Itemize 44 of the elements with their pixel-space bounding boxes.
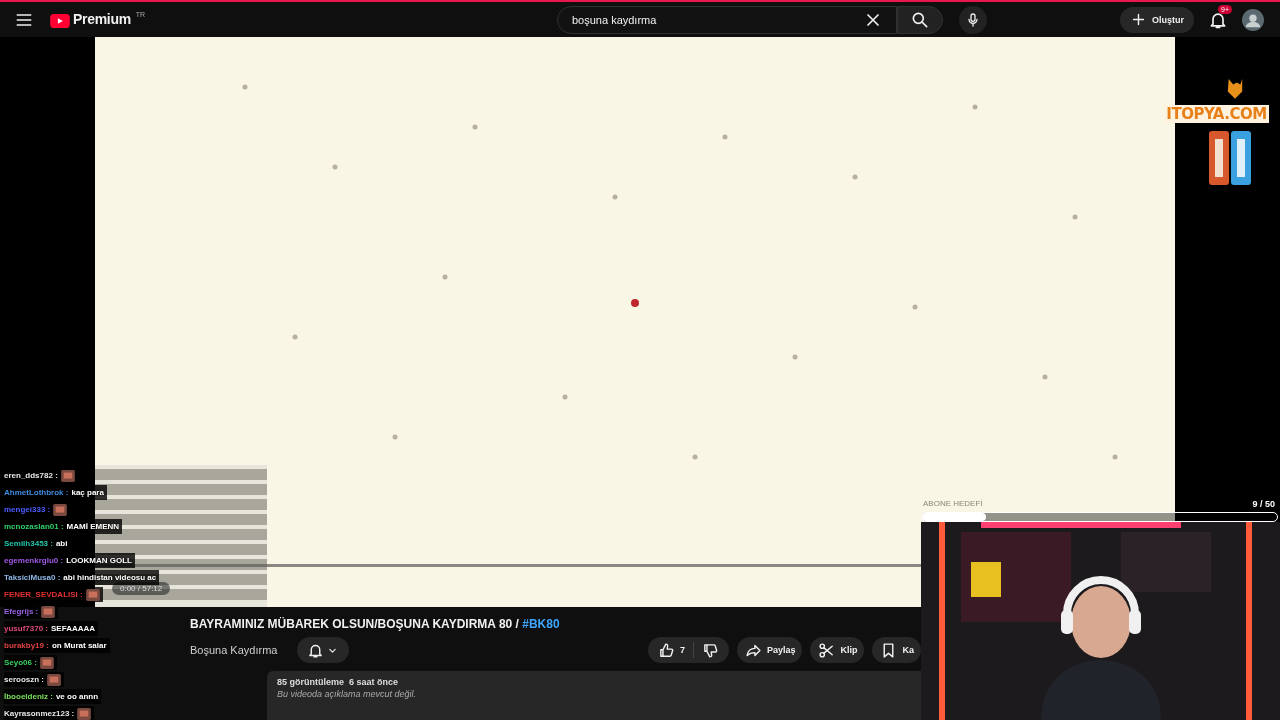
chat-username: eren_dds782 : xyxy=(4,471,58,480)
chat-username: FENER_SEVDALISI : xyxy=(4,590,83,599)
hashtag-link[interactable]: #BK80 xyxy=(522,617,560,631)
subscription-bell-button[interactable] xyxy=(297,637,350,663)
chat-username: Seyo06 : xyxy=(4,658,37,667)
create-button[interactable]: Oluştur xyxy=(1119,6,1194,33)
logo-text: Premium xyxy=(73,11,131,27)
chat-message: on Murat salar xyxy=(51,641,107,650)
fox-icon xyxy=(1225,77,1244,99)
chat-username: burakby19 : xyxy=(4,641,49,650)
clip-button[interactable]: Klip xyxy=(810,637,865,663)
thumbs-down-icon xyxy=(701,641,719,659)
microphone-button[interactable] xyxy=(959,5,987,34)
video-title: BAYRAMINIZ MÜBAREK OLSUN/BOŞUNA KAYDIRMA 80 / #BK80 xyxy=(190,617,561,631)
chat-username: yusuf7370 : xyxy=(4,624,49,633)
chat-username: TaksiciMusa0 : xyxy=(4,573,61,582)
channel-name[interactable]: Boşuna Kaydırma xyxy=(190,644,278,656)
view-count: 85 görüntüleme 6 saat önce xyxy=(277,677,400,687)
goal-count: 9 / 50 xyxy=(1252,499,1275,509)
sponsor-logo: ITOPYA.COM xyxy=(1164,105,1269,123)
save-button[interactable]: Ka xyxy=(872,637,921,663)
share-button[interactable]: Paylaş xyxy=(736,637,803,663)
chat-message: kaç para xyxy=(71,488,104,497)
chat-username: mcnozaslan01 : xyxy=(4,522,64,531)
chat-username: egemenkrglu0 : xyxy=(4,556,64,565)
chat-username: serooszn : xyxy=(4,675,44,684)
search-button[interactable] xyxy=(897,5,943,34)
chat-username: Kayrasonmez123 : xyxy=(4,709,75,718)
chat-username: Efegrijs : xyxy=(4,607,39,616)
chat-username: İbooeldeniz : xyxy=(4,692,53,701)
chat-message: abi xyxy=(55,539,68,548)
chat-message: SEFAAAAA xyxy=(51,624,96,633)
cans-drawing xyxy=(1206,129,1253,187)
scissors-icon xyxy=(818,641,836,659)
chat-username: mengei333 : xyxy=(4,505,51,514)
logo[interactable]: Premium $^{TR}$ xyxy=(50,11,146,28)
play-logo-icon xyxy=(50,14,70,28)
chat-username: Semiih3453 : xyxy=(4,539,53,548)
avatar-icon[interactable] xyxy=(1242,8,1264,31)
search-field[interactable]: boşuna kaydırma xyxy=(557,5,897,34)
chat-message: ve oo annn xyxy=(55,692,99,701)
description-text: Bu videoda açıklama mevcut değil. xyxy=(277,689,418,699)
thumbs-up-icon xyxy=(657,641,675,659)
chat-username: AhmetLothbrok : xyxy=(4,488,69,497)
